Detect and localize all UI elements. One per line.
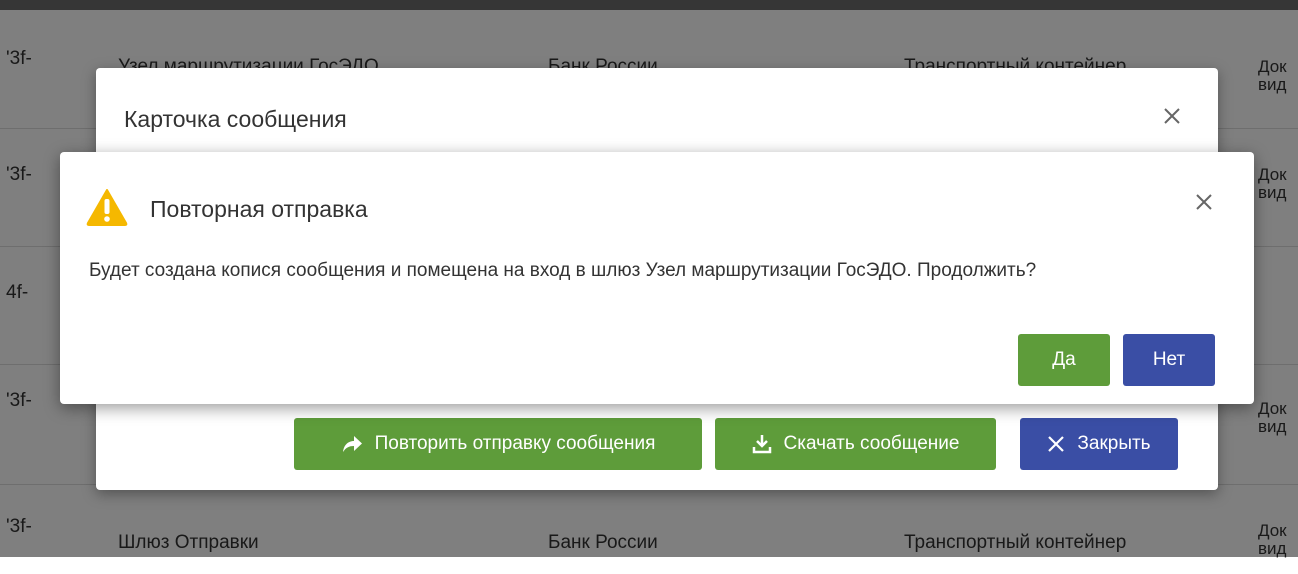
download-icon bbox=[752, 435, 771, 454]
dialog-message: Будет создана копися сообщения и помещен… bbox=[89, 260, 1037, 281]
dialog-title: Повторная отправка bbox=[150, 196, 368, 222]
close-icon bbox=[1048, 436, 1065, 452]
share-arrow-icon bbox=[342, 436, 362, 452]
resend-button-label: Повторить отправку сообщения bbox=[374, 433, 656, 454]
card-title: Карточка сообщения bbox=[124, 106, 347, 132]
close-icon[interactable] bbox=[1194, 192, 1214, 212]
resend-message-button[interactable]: Повторить отправку сообщения bbox=[294, 418, 702, 470]
resend-confirm-dialog: Повторная отправка Будет создана копися … bbox=[60, 152, 1254, 404]
close-button-label: Закрыть bbox=[1077, 433, 1151, 454]
close-button[interactable]: Закрыть bbox=[1020, 418, 1178, 470]
yes-button[interactable]: Да bbox=[1018, 334, 1110, 386]
close-icon[interactable] bbox=[1162, 106, 1182, 126]
download-button-label: Скачать сообщение bbox=[783, 433, 960, 454]
download-message-button[interactable]: Скачать сообщение bbox=[715, 418, 996, 470]
card-footer: Повторить отправку сообщения Скачать соо… bbox=[96, 418, 1218, 470]
no-button[interactable]: Нет bbox=[1123, 334, 1215, 386]
warning-icon bbox=[86, 189, 128, 226]
